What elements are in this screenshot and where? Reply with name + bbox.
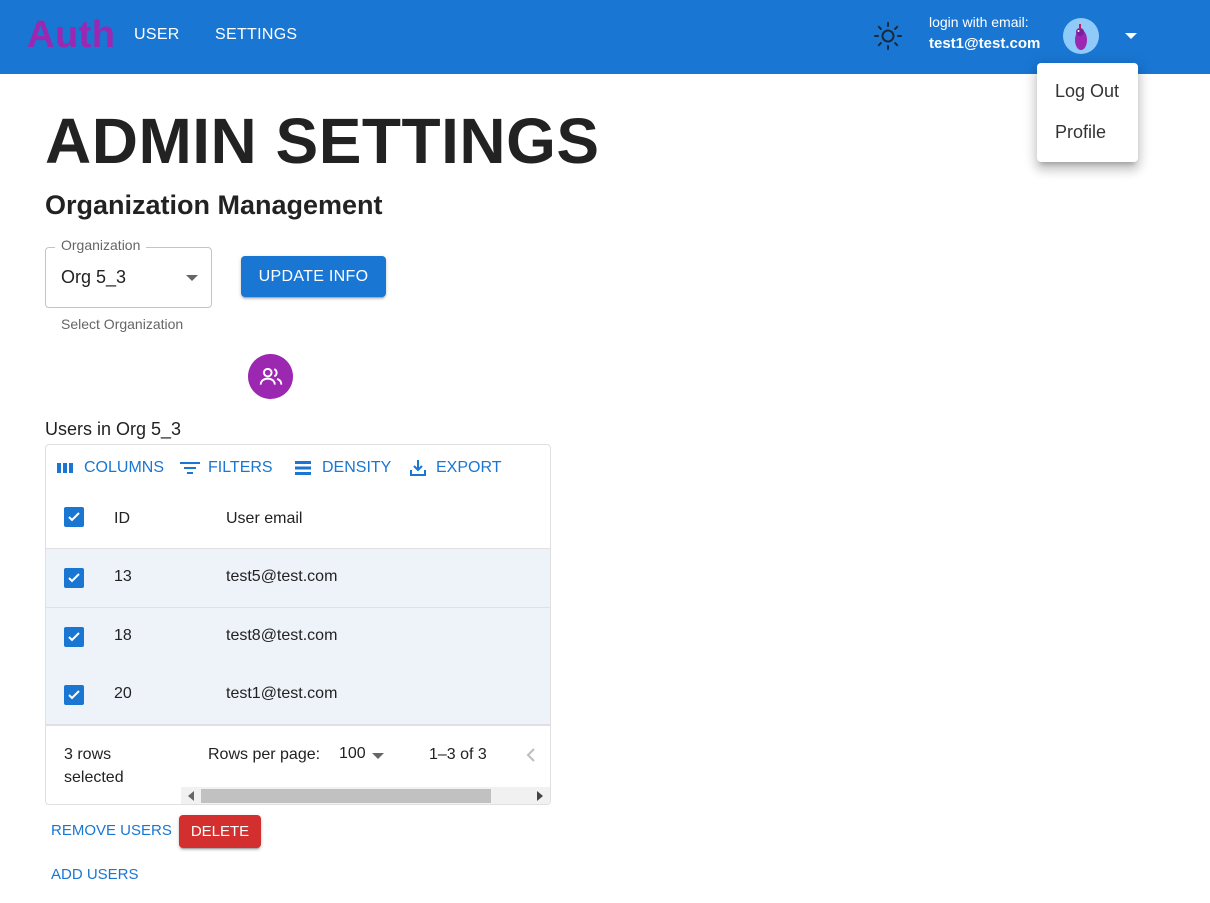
cell-email: test8@test.com — [226, 627, 338, 644]
users-data-grid: COLUMNS FILTERS DENSITY EXPORT ID User e… — [45, 444, 551, 805]
sun-icon[interactable] — [873, 21, 903, 51]
app-bar: Auth USER SETTINGS login with email: tes… — [0, 0, 1210, 74]
grid-footer: 3 rows selected Rows per page: 100 1–3 o… — [46, 725, 550, 804]
rows-per-page-dropdown-icon[interactable] — [372, 753, 384, 760]
rows-per-page-label: Rows per page: — [208, 746, 321, 763]
filters-label: FILTERS — [208, 459, 273, 476]
table-row[interactable]: 20 test1@test.com — [46, 666, 550, 725]
avatar-image — [1075, 24, 1087, 50]
column-header-email[interactable]: User email — [226, 510, 302, 528]
app-logo[interactable]: Auth — [27, 13, 116, 57]
login-email: test1@test.com — [929, 35, 1041, 52]
check-icon — [68, 573, 80, 583]
manage-users-button[interactable] — [248, 354, 293, 399]
cell-email: test1@test.com — [226, 685, 338, 702]
columns-icon — [57, 463, 73, 473]
row-checkbox[interactable] — [64, 568, 84, 588]
menu-item-logout[interactable]: Log Out — [1055, 81, 1119, 102]
previous-page-icon[interactable] — [524, 746, 538, 764]
organization-select-label: Organization — [55, 237, 147, 253]
rows-per-page-select[interactable]: 100 — [339, 745, 366, 763]
check-icon — [68, 512, 80, 522]
avatar[interactable] — [1063, 18, 1099, 54]
density-button[interactable]: DENSITY — [294, 458, 391, 478]
nav-settings[interactable]: SETTINGS — [215, 24, 297, 46]
group-icon — [259, 367, 282, 385]
grid-header-row: ID User email — [46, 489, 550, 549]
update-info-button[interactable]: UPDATE INFO — [241, 256, 386, 297]
export-label: EXPORT — [436, 459, 502, 476]
login-label: login with email: — [929, 14, 1029, 30]
scroll-left-icon[interactable] — [187, 791, 195, 801]
cell-email: test5@test.com — [226, 568, 338, 585]
section-title: Organization Management — [45, 190, 383, 220]
check-icon — [68, 632, 80, 642]
add-users-button[interactable]: ADD USERS — [51, 866, 139, 883]
nav-user[interactable]: USER — [134, 24, 180, 46]
horizontal-scrollbar[interactable] — [181, 787, 550, 804]
cell-id: 20 — [114, 685, 132, 702]
filter-icon — [180, 462, 200, 474]
export-button[interactable]: EXPORT — [408, 458, 502, 478]
menu-item-profile[interactable]: Profile — [1055, 122, 1106, 143]
remove-users-button[interactable]: REMOVE USERS — [51, 822, 172, 839]
select-all-checkbox[interactable] — [64, 507, 84, 527]
row-checkbox[interactable] — [64, 627, 84, 647]
organization-select-value: Org 5_3 — [61, 267, 127, 287]
column-header-id[interactable]: ID — [114, 510, 130, 528]
filters-button[interactable]: FILTERS — [180, 458, 273, 478]
table-row[interactable]: 18 test8@test.com — [46, 608, 550, 667]
table-row[interactable]: 13 test5@test.com — [46, 549, 550, 608]
page-title: ADMIN SETTINGS — [45, 105, 600, 177]
cell-id: 18 — [114, 627, 132, 644]
organization-select[interactable]: Org 5_3 — [45, 247, 212, 308]
organization-helper-text: Select Organization — [61, 316, 184, 332]
check-icon — [68, 690, 80, 700]
columns-label: COLUMNS — [84, 459, 165, 476]
delete-button[interactable]: DELETE — [179, 815, 261, 848]
pagination-range: 1–3 of 3 — [429, 746, 487, 763]
selected-rows-count: 3 rows selected — [64, 746, 124, 786]
chevron-down-icon[interactable] — [1124, 31, 1138, 41]
export-icon — [410, 460, 426, 476]
users-caption: Users in Org 5_3 — [45, 419, 182, 439]
density-label: DENSITY — [322, 459, 392, 476]
scroll-right-icon[interactable] — [536, 791, 544, 801]
columns-button[interactable]: COLUMNS — [56, 458, 164, 478]
row-checkbox[interactable] — [64, 685, 84, 705]
scrollbar-thumb[interactable] — [201, 789, 491, 803]
dropdown-arrow-icon — [186, 275, 198, 281]
account-menu: Log Out Profile — [1037, 63, 1138, 162]
density-icon — [295, 461, 311, 475]
cell-id: 13 — [114, 568, 132, 585]
